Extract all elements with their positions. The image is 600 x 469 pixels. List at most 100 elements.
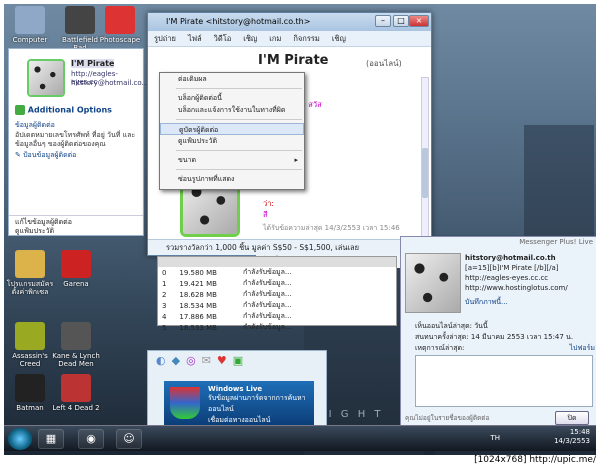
menu-invite-2[interactable]: เชิญ [326,31,352,46]
context-menu: ต่อเติมผลบล็อกผู้ติดต่อนี้ บล็อกและแจ้งกา… [159,72,305,190]
clock-date[interactable]: 14/3/2553 [554,437,590,446]
file-transfer-list: 0 19.580 MB กำลังรับข้อมูล... 1 19.421 MB กำล… [157,256,397,332]
last-message-time: ได้รับข้อความล่าสุด 14/3/2553 เวลา 15:46 [263,224,400,232]
minimize-button[interactable]: – [375,15,391,27]
heart-icon[interactable]: ♥ [217,354,227,370]
desktop-icon-kane-lynch[interactable]: Kane & Lynch Dead Men [52,322,100,368]
windows-shield-icon [170,387,200,419]
plus-footer: คุณไม่อยู่ในรายชื่อของผู้ติดต่อ [405,414,490,422]
info-icon [15,105,25,115]
scroll-thumb[interactable] [422,148,428,198]
computer-icon [15,6,45,34]
contact-status: (ออนไลน์) [366,59,402,68]
menu-activities[interactable]: กิจกรรม [287,31,325,46]
last-chat: สนทนาครั้งล่าสุด: 14 มีนาคม 2553 เวลา 15… [415,333,574,341]
context-menu-item[interactable]: ต่อเติมผล [160,73,304,85]
app-icon-2[interactable]: ◆ [172,354,180,370]
submenu-arrow-icon: ▸ [294,156,298,164]
transfer-n: 1 [162,279,167,288]
kane-lynch-icon [61,322,91,350]
pencil-icon: ✎ [15,151,21,159]
clock-time[interactable]: 15:48 [554,428,590,437]
start-button[interactable] [8,428,32,450]
firefox-icon[interactable]: ◉ [78,429,104,449]
desktop-icon-computer[interactable]: Computer [6,6,54,44]
conversation-titlebar[interactable]: I'M Pirate <hitstory@hotmail.co.th> – □ … [148,13,431,31]
app-icon-3[interactable]: ◎ [186,354,196,370]
chat-scrollbar[interactable] [421,77,429,249]
menu-video[interactable]: วิดีโอ [208,31,238,46]
messenger-icon[interactable]: ☺ [116,429,142,449]
app-icon-6[interactable]: ▣ [233,354,243,370]
card-email[interactable]: hitstory@hotmail.co... [71,79,148,87]
plus-note-box[interactable] [415,355,593,407]
transfer-status: กำลังรับข้อมูล... [242,268,292,276]
desktop: T H E D A R K K N I G H T Computer Battl… [4,4,596,455]
plus-live-popup: Messenger Plus! Live hitstory@hotmail.co… [400,236,596,432]
promo-bar[interactable]: รวมรางวัลกว่า 1,000 ชิ้น มูลค่า S$50 - S… [148,239,431,255]
menu-games[interactable]: เกม [263,31,287,46]
transfer-status: กำลังรับข้อมูล... [242,312,292,320]
context-menu-item[interactable]: ขนาด ▸ [160,154,304,166]
transfer-size: 18.628 MB [179,290,217,299]
transfer-row[interactable]: 5 18.533 MB กำลังรับข้อมูล... [158,322,318,333]
note-link[interactable]: ไปฟอร์ม [570,343,596,354]
transfer-row[interactable]: 0 19.580 MB กำลังรับข้อมูล... [158,267,318,278]
desktop-icon-garena[interactable]: Garena [52,250,100,288]
photoscape-icon [105,6,135,34]
upload-caption: [1024x768] http://upic.me/ [474,455,596,465]
menu-separator [176,169,302,170]
garena-icon [61,250,91,278]
context-menu-item[interactable]: ซ่อนรูปภาพที่แสดง [160,173,304,185]
additional-options-link[interactable]: Additional Options [15,105,112,115]
windows-live-banner[interactable]: Windows Live รับข้อมูลผ่านการ์ดจากการค้น… [164,381,314,425]
plus-line2: http://eagles-eyes.cc.cc [465,274,549,282]
transfer-row[interactable]: 4 17.886 MB กำลังรับข้อมูล... [158,311,318,322]
transfer-row[interactable]: 3 18.534 MB กำลังรับข้อมูล... [158,300,318,311]
edit-contact-info-link[interactable]: แก้ไขข้อมูลผู้ติดต่อ [15,218,137,227]
edit-contact-link[interactable]: ✎ ป้อนข้อมูลผู้ติดต่อ [15,150,76,161]
desktop-icon-assassins-creed[interactable]: Assassin's Creed [6,322,54,368]
contact-avatar [27,59,65,97]
transfer-status: กำลังรับข้อมูล... [242,279,292,287]
view-profile-link[interactable]: ดูแฟ้มประวัติ [15,227,137,236]
plus-line1: [a=15][b]I'M Pirate [/b][/a] [465,264,559,272]
app-icon-1[interactable]: ◐ [156,354,166,370]
menu-separator [176,119,302,120]
system-tray: TH 15:48 14/3/2553 [490,428,590,446]
desktop-icon-batman[interactable]: Batman [6,374,54,412]
maximize-button[interactable]: □ [393,15,409,27]
context-menu-item[interactable]: บล็อกผู้ติดต่อนี้ [160,92,304,104]
transfer-n: 2 [162,290,167,299]
close-button[interactable]: × [409,15,429,27]
transfer-row[interactable]: 2 18.628 MB กำลังรับข้อมูล... [158,289,318,300]
taskbar-app-1[interactable]: ▦ [38,429,64,449]
transfer-size: 19.421 MB [179,279,217,288]
chat-line: สี [263,210,268,219]
menu-photos[interactable]: รูปถ่าย [148,31,182,46]
transfer-size: 19.580 MB [179,268,217,277]
menu-invite[interactable]: เชิญ [237,31,263,46]
desktop-icon-left4dead2[interactable]: Left 4 Dead 2 [52,374,100,412]
transfer-n: 4 [162,312,167,321]
conversation-menubar: รูปถ่าย ไฟล์ วิดีโอ เชิญ เกม กิจกรรม เชิ… [148,31,431,47]
chat-line: ว่า: [263,199,274,208]
plus-close-button[interactable]: ปิด [555,411,589,425]
card-section-title: ข้อมูลผู้ติดต่อ [15,121,55,129]
desktop-icon-photoscape[interactable]: Photoscape [96,6,144,44]
app-icon-4[interactable]: ✉ [202,354,211,370]
context-menu-item[interactable]: บล็อกและแจ้งการใช้งานในทางที่ผิด [160,104,304,116]
card-name: I'M Pirate [71,59,115,68]
menu-files[interactable]: ไฟล์ [182,31,208,46]
last-seen: เห็นออนไลน์ล่าสุด: วันนี้ [415,322,488,330]
transfer-status: กำลังรับข้อมูล... [242,290,292,298]
batman-icon [15,374,45,402]
transfer-size: 18.533 MB [179,323,217,332]
transfer-row[interactable]: 1 19.421 MB กำลังรับข้อมูล... [158,278,318,289]
context-menu-item[interactable]: ดูบัตรผู้ติดต่อ [160,123,304,135]
save-picture-link[interactable]: บันทึกภาพนี้... [465,297,595,307]
language-indicator[interactable]: TH [490,434,500,443]
app-strip: ◐ ◆ ◎ ✉ ♥ ▣ Windows Live รับข้อมูลผ่านกา… [147,350,327,430]
context-menu-item[interactable]: ดูแฟ้มประวัติ [160,135,304,147]
desktop-icon-folder[interactable]: โปรแกรมสมัคร ตั้งค่าพิกเซล [6,250,54,296]
